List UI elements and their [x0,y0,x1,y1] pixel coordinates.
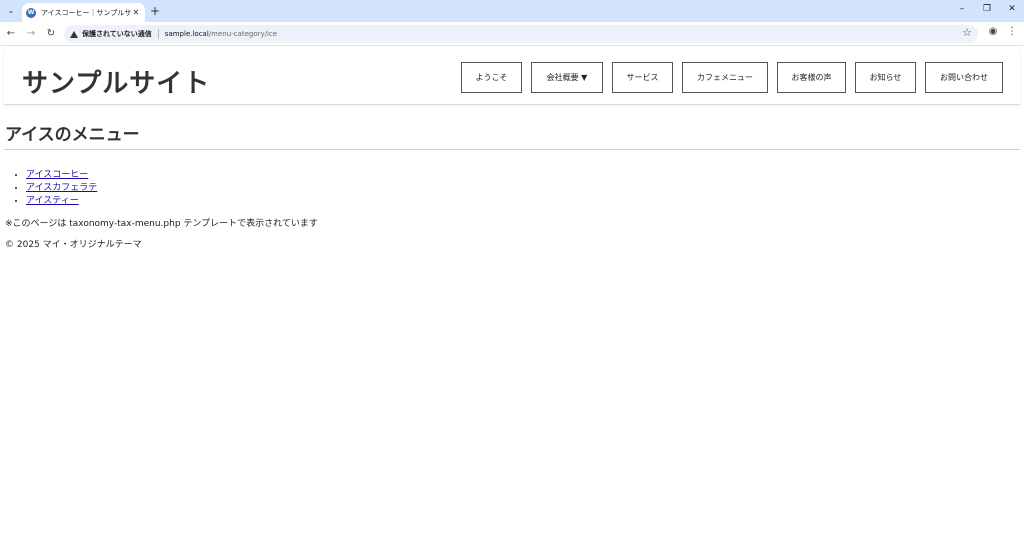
list-item: アイスカフェラテ [26,182,97,195]
nav-item-services[interactable]: サービス [612,62,673,93]
security-status[interactable]: 保護されていない通信 [82,29,152,39]
warning-triangle-icon [70,30,78,38]
site-header: サンプルサイト ようこそ 会社概要 ▼ サービス カフェメニュー お客様の声 お… [4,47,1020,105]
nav-item-welcome[interactable]: ようこそ [461,62,522,93]
tab-close-icon[interactable]: ✕ [131,8,141,17]
wordpress-favicon-icon: W [26,7,36,18]
template-note: ※このページは taxonomy-tax-menu.php テンプレートで表示さ… [5,219,318,229]
minimize-icon[interactable]: – [952,4,972,14]
tab-title: アイスコーヒー｜サンプルサイト [41,8,131,17]
nav-item-contact[interactable]: お問い合わせ [925,62,1003,93]
browser-toolbar: ← → ↻ 保護されていない通信 sample.local/menu-categ… [0,22,1024,46]
menu-link-ice-tea[interactable]: アイスティー [26,196,79,206]
menu-item-list: アイスコーヒー アイスカフェラテ アイスティー [26,169,97,208]
menu-link-ice-cafe-latte[interactable]: アイスカフェラテ [26,183,97,193]
url-path: /menu-category/ice [208,30,278,38]
url-host: sample.local [164,30,209,38]
omnibox-divider [157,29,159,39]
site-footer: © 2025 マイ・オリジナルテーマ [5,240,142,250]
nav-item-cafe-menu[interactable]: カフェメニュー [682,62,768,93]
nav-item-news[interactable]: お知らせ [855,62,916,93]
browser-tab[interactable]: W アイスコーヒー｜サンプルサイト ✕ [22,3,145,22]
reload-icon[interactable]: ↻ [43,26,59,42]
profile-icon[interactable]: ◉ [985,26,1001,37]
page-heading: アイスのメニュー [5,125,140,145]
menu-kebab-icon[interactable]: ⋮ [1004,26,1020,37]
site-title[interactable]: サンプルサイト [22,63,210,100]
restore-icon[interactable]: ❐ [977,4,997,14]
browser-tab-bar: ⌄ W アイスコーヒー｜サンプルサイト ✕ + – ❐ ✕ [0,0,1024,22]
list-item: アイスコーヒー [26,169,97,182]
list-item: アイスティー [26,195,97,208]
new-tab-plus-icon[interactable]: + [150,4,160,18]
menu-link-ice-coffee[interactable]: アイスコーヒー [26,170,88,180]
window-close-icon[interactable]: ✕ [1002,4,1022,14]
bookmark-star-icon[interactable]: ☆ [962,26,972,39]
forward-arrow-icon[interactable]: → [23,26,39,42]
tab-search-chevron-icon[interactable]: ⌄ [3,3,19,19]
address-bar[interactable]: 保護されていない通信 sample.local/menu-category/ic… [64,25,978,43]
nav-item-testimonials[interactable]: お客様の声 [777,62,846,93]
global-nav: ようこそ 会社概要 ▼ サービス カフェメニュー お客様の声 お知らせ お問い合… [461,62,1003,93]
nav-item-company[interactable]: 会社概要 ▼ [531,62,603,93]
heading-divider [4,149,1020,150]
back-arrow-icon[interactable]: ← [3,26,19,42]
